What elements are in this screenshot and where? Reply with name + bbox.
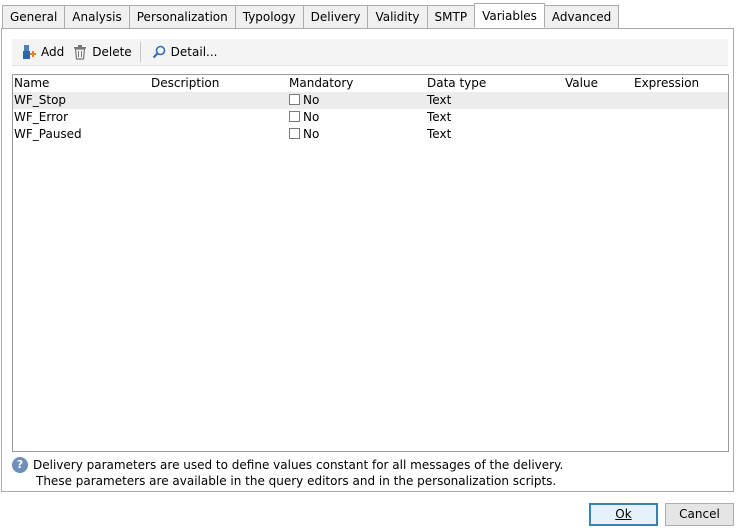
- table-row[interactable]: WF_Error No Text: [13, 109, 728, 126]
- cell-mandatory: No: [289, 109, 319, 126]
- cell-name: WF_Paused: [14, 127, 82, 141]
- add-button[interactable]: Add: [17, 41, 68, 63]
- cell-data-type: Text: [427, 110, 452, 124]
- ok-button[interactable]: Ok: [589, 503, 658, 526]
- add-variable-icon: [21, 44, 37, 60]
- table-row[interactable]: WF_Paused No Text: [13, 126, 728, 143]
- tab-analysis[interactable]: Analysis: [64, 5, 130, 28]
- info-line-1: Delivery parameters are used to define v…: [33, 458, 564, 472]
- magnifier-icon: [151, 44, 167, 60]
- delete-label: Delete: [92, 45, 132, 59]
- cancel-label: Cancel: [679, 507, 720, 521]
- tab-variables[interactable]: Variables: [474, 3, 545, 28]
- toolbar: Add Delete Detail...: [12, 39, 728, 66]
- column-header-value[interactable]: Value: [565, 75, 598, 92]
- mandatory-checkbox[interactable]: [289, 128, 300, 139]
- add-label: Add: [41, 45, 65, 59]
- tab-validity[interactable]: Validity: [367, 5, 428, 28]
- tab-smtp[interactable]: SMTP: [426, 5, 476, 28]
- cell-data-type: Text: [427, 93, 452, 107]
- cancel-button[interactable]: Cancel: [665, 503, 734, 526]
- column-header-data-type[interactable]: Data type: [427, 75, 486, 92]
- cell-data-type: Text: [427, 127, 452, 141]
- column-header-mandatory[interactable]: Mandatory: [289, 75, 353, 92]
- mandatory-checkbox[interactable]: [289, 111, 300, 122]
- variables-table: Name Description Mandatory Data type Val…: [12, 74, 729, 452]
- tab-typology[interactable]: Typology: [234, 5, 304, 28]
- cell-mandatory: No: [289, 92, 319, 109]
- tab-general[interactable]: General: [2, 5, 66, 28]
- column-header-expression[interactable]: Expression: [634, 75, 699, 92]
- table-row[interactable]: WF_Stop No Text: [13, 92, 728, 109]
- question-icon: ?: [12, 457, 28, 473]
- ok-label: Ok: [615, 507, 632, 521]
- info-line-2: These parameters are available in the qu…: [36, 474, 557, 488]
- column-header-name[interactable]: Name: [14, 75, 49, 92]
- tab-personalization[interactable]: Personalization: [128, 5, 236, 28]
- tab-advanced[interactable]: Advanced: [543, 5, 620, 28]
- info-note: ? Delivery parameters are used to define…: [12, 457, 728, 489]
- column-header-description[interactable]: Description: [151, 75, 219, 92]
- variables-panel: Add Delete Detail... Name Description Ma…: [1, 28, 734, 492]
- cell-name: WF_Error: [14, 110, 69, 124]
- mandatory-text: No: [303, 127, 320, 141]
- tab-bar: General Analysis Personalization Typolog…: [2, 3, 620, 28]
- toolbar-separator: [139, 42, 141, 62]
- mandatory-checkbox[interactable]: [289, 94, 300, 105]
- tab-delivery[interactable]: Delivery: [302, 5, 369, 28]
- delete-button[interactable]: Delete: [68, 41, 135, 63]
- table-header: Name Description Mandatory Data type Val…: [13, 75, 728, 92]
- cell-mandatory: No: [289, 126, 319, 143]
- detail-button[interactable]: Detail...: [147, 41, 222, 63]
- mandatory-text: No: [303, 93, 320, 107]
- cell-name: WF_Stop: [14, 93, 67, 107]
- detail-label: Detail...: [170, 45, 218, 59]
- mandatory-text: No: [303, 110, 320, 124]
- trash-icon: [72, 44, 88, 60]
